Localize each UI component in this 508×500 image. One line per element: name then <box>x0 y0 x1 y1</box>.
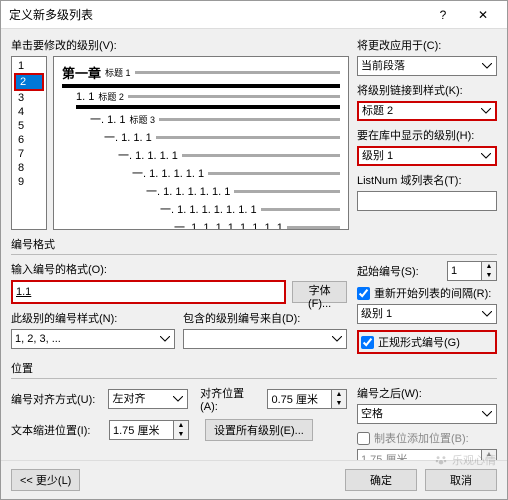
restart-checkbox-label[interactable]: 重新开始列表的间隔(R): <box>357 285 497 301</box>
indent-label: 文本缩进位置(I): <box>11 422 103 438</box>
level-item[interactable]: 3 <box>14 91 44 105</box>
titlebar: 定义新多级列表 ? ✕ <box>1 1 507 29</box>
cancel-button[interactable]: 取消 <box>425 469 497 491</box>
apply-to-select[interactable]: 当前段落 <box>357 56 497 76</box>
level-list[interactable]: 1 2 3 4 5 6 7 8 9 <box>11 56 47 230</box>
level-item[interactable]: 9 <box>14 175 44 189</box>
font-button[interactable]: 字体(F)... <box>292 281 347 303</box>
start-at-input[interactable] <box>447 261 482 281</box>
start-at-spinner[interactable]: ▲▼ <box>482 261 497 281</box>
align-label: 编号对齐方式(U): <box>11 391 102 407</box>
tab-add-checkbox[interactable] <box>357 432 370 445</box>
gallery-level-select[interactable]: 级别 1 <box>357 146 497 166</box>
legal-numbering-checkbox[interactable] <box>361 336 374 349</box>
position-title: 位置 <box>11 360 497 379</box>
dialog-title: 定义新多级列表 <box>9 6 423 23</box>
level-item[interactable]: 8 <box>14 161 44 175</box>
include-from-label: 包含的级别编号来自(D): <box>183 310 347 326</box>
ok-button[interactable]: 确定 <box>345 469 417 491</box>
set-all-levels-button[interactable]: 设置所有级别(E)... <box>205 419 313 441</box>
level-item[interactable]: 6 <box>14 133 44 147</box>
number-style-label: 此级别的编号样式(N): <box>11 310 175 326</box>
listnum-label: ListNum 域列表名(T): <box>357 172 497 188</box>
number-format-title: 编号格式 <box>11 236 497 255</box>
close-button[interactable]: ✕ <box>463 2 503 28</box>
link-style-label: 将级别链接到样式(K): <box>357 82 497 98</box>
tab-add-input <box>357 449 482 460</box>
level-item-selected[interactable]: 2 <box>14 73 44 91</box>
less-button[interactable]: << 更少(L) <box>11 469 80 491</box>
tab-add-spinner: ▲▼ <box>482 449 497 460</box>
level-item[interactable]: 5 <box>14 119 44 133</box>
align-at-input[interactable] <box>267 389 332 409</box>
apply-to-label: 将更改应用于(C): <box>357 37 497 53</box>
restart-level-select[interactable]: 级别 1 <box>357 304 497 324</box>
enter-format-label: 输入编号的格式(O): <box>11 261 347 277</box>
level-item[interactable]: 1 <box>14 59 44 73</box>
align-at-spinner[interactable]: ▲▼ <box>332 389 347 409</box>
legal-numbering-label[interactable]: 正规形式编号(G) <box>357 330 497 354</box>
align-at-label: 对齐位置(A): <box>200 385 261 413</box>
follow-label: 编号之后(W): <box>357 385 497 401</box>
level-list-label: 单击要修改的级别(V): <box>11 37 349 53</box>
follow-select[interactable]: 空格 <box>357 404 497 424</box>
level-item[interactable]: 4 <box>14 105 44 119</box>
dialog-footer: << 更少(L) 确定 取消 <box>1 460 507 499</box>
number-style-select[interactable]: 1, 2, 3, ... <box>11 329 175 349</box>
indent-input[interactable] <box>109 420 174 440</box>
indent-spinner[interactable]: ▲▼ <box>174 420 189 440</box>
gallery-level-label: 要在库中显示的级别(H): <box>357 127 497 143</box>
multilevel-list-dialog: 定义新多级列表 ? ✕ 单击要修改的级别(V): 1 2 3 4 5 6 7 8 <box>0 0 508 500</box>
number-format-input[interactable] <box>11 280 286 304</box>
help-button[interactable]: ? <box>423 2 463 28</box>
include-from-select[interactable] <box>183 329 347 349</box>
restart-checkbox[interactable] <box>357 287 370 300</box>
preview-pane: 第一章标题 1 1. 1标题 2 一. 1. 1标题 3 一. 1. 1. 1 … <box>53 56 349 230</box>
tab-add-label[interactable]: 制表位添加位置(B): <box>357 430 497 446</box>
align-select[interactable]: 左对齐 <box>108 389 188 409</box>
link-style-select[interactable]: 标题 2 <box>357 101 497 121</box>
level-item[interactable]: 7 <box>14 147 44 161</box>
listnum-input[interactable] <box>357 191 497 211</box>
start-at-label: 起始编号(S): <box>357 263 443 279</box>
